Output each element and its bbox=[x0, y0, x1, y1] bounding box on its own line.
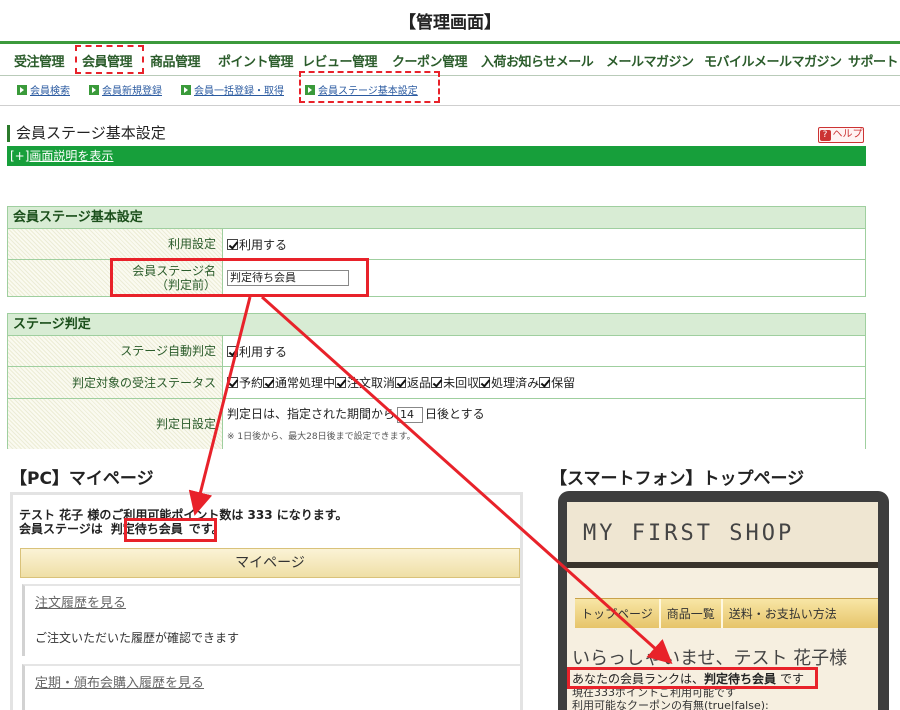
basic-settings-header: 会員ステージ基本設定 bbox=[8, 207, 865, 229]
mypage-header: マイページ bbox=[20, 548, 520, 578]
sp-coupon-line: 利用可能なクーポンの有無(true|false): bbox=[572, 699, 769, 710]
arrow-icon bbox=[89, 85, 99, 95]
status-checkbox[interactable] bbox=[479, 377, 491, 388]
shop-logo[interactable]: MY FIRST SHOP bbox=[583, 521, 794, 546]
nav-item-mail-magazine[interactable]: メールマガジン bbox=[606, 51, 694, 70]
subnav-member-register[interactable]: 会員新規登録 bbox=[89, 82, 162, 97]
use-setting-checkbox[interactable] bbox=[227, 238, 238, 250]
auto-judge-label: ステージ自動判定 bbox=[8, 336, 223, 366]
highlight-stage-settings bbox=[299, 71, 440, 103]
shop-header: MY FIRST SHOP bbox=[567, 502, 878, 568]
nav-item-reviews[interactable]: レビュー管理 bbox=[302, 51, 378, 70]
page-title: 【管理画面】 bbox=[399, 13, 501, 33]
nav-item-points[interactable]: ポイント管理 bbox=[218, 51, 294, 70]
subscription-history-link[interactable]: 定期・頒布会購入履歴を見る bbox=[25, 666, 520, 691]
nav-item-products[interactable]: 商品管理 bbox=[150, 51, 201, 70]
sp-nav-shipping[interactable]: 送料・お支払い方法 bbox=[723, 599, 843, 628]
arrow-icon bbox=[181, 85, 191, 95]
pc-caption: 【PC】マイページ bbox=[10, 469, 154, 489]
auto-judge-checkbox[interactable] bbox=[227, 345, 238, 357]
highlight-members-tab bbox=[75, 45, 144, 74]
nav-item-support[interactable]: サポート bbox=[848, 51, 899, 70]
status-checkbox[interactable] bbox=[395, 377, 407, 388]
subscription-history-block: 定期・頒布会購入履歴を見る bbox=[22, 664, 520, 710]
status-checkbox[interactable] bbox=[227, 377, 238, 388]
stage-judgement-table: ステージ判定 ステージ自動判定 利用する 判定対象の受注ステータス 予約 通常処… bbox=[7, 313, 866, 449]
use-setting-row: 利用設定 利用する bbox=[8, 229, 865, 260]
judge-days-input[interactable]: 14 bbox=[397, 407, 424, 423]
order-status-values: 予約 通常処理中 注文取消 返品 未回収 処理済み 保留 bbox=[223, 367, 865, 398]
status-checkbox[interactable] bbox=[431, 377, 443, 388]
help-button[interactable]: ? ヘルプ bbox=[818, 127, 864, 143]
sp-nav: トップページ 商品一覧 送料・お支払い方法 bbox=[575, 598, 878, 628]
toggle-mark: [+] bbox=[10, 149, 30, 163]
highlight-sp-rank bbox=[567, 667, 818, 689]
status-checkbox[interactable] bbox=[539, 377, 551, 388]
order-history-desc: ご注文いただいた履歴が確認できます bbox=[35, 631, 240, 645]
order-history-block: 注文履歴を見る ご注文いただいた履歴が確認できます bbox=[22, 584, 520, 656]
subnav-member-bulk[interactable]: 会員一括登録・取得 bbox=[181, 82, 284, 97]
judge-date-row: 判定日設定 判定日は、指定された期間から 14 日後とする ※ 1日後から、最大28… bbox=[8, 399, 865, 449]
auto-judge-row: ステージ自動判定 利用する bbox=[8, 336, 865, 367]
status-checkbox[interactable] bbox=[335, 377, 347, 388]
order-history-link[interactable]: 注文履歴を見る bbox=[25, 586, 520, 611]
sub-nav: 会員検索 会員新規登録 会員一括登録・取得 会員ステージ基本設定 bbox=[0, 76, 900, 106]
section-title: 会員ステージ基本設定 bbox=[7, 125, 166, 142]
pc-mypage-panel: テスト 花子 様のご利用可能ポイント数は 333 になります。 会員ステージは判… bbox=[10, 492, 523, 710]
sp-caption: 【スマートフォン】トップページ bbox=[550, 469, 805, 489]
highlight-stage-name bbox=[110, 258, 369, 297]
use-setting-value: 利用する bbox=[223, 229, 865, 259]
use-setting-label: 利用設定 bbox=[8, 229, 223, 259]
highlight-pc-stage bbox=[124, 518, 217, 542]
subnav-member-search[interactable]: 会員検索 bbox=[17, 82, 70, 97]
stage-judgement-header: ステージ判定 bbox=[8, 314, 865, 336]
nav-item-coupons[interactable]: クーポン管理 bbox=[392, 51, 468, 70]
judge-date-label: 判定日設定 bbox=[8, 399, 223, 449]
nav-item-restock-mail[interactable]: 入荷お知らせメール bbox=[481, 51, 594, 70]
nav-item-mobile-mail-magazine[interactable]: モバイルメールマガジン bbox=[704, 51, 842, 70]
order-status-label: 判定対象の受注ステータス bbox=[8, 367, 223, 398]
toggle-link[interactable]: 画面説明を表示 bbox=[29, 149, 113, 163]
judge-date-note: ※ 1日後から、最大28日後まで設定できます。 bbox=[227, 432, 416, 442]
sp-nav-top[interactable]: トップページ bbox=[575, 599, 661, 628]
question-icon: ? bbox=[819, 130, 831, 141]
status-checkbox[interactable] bbox=[263, 377, 275, 388]
order-status-row: 判定対象の受注ステータス 予約 通常処理中 注文取消 返品 未回収 処理済み 保… bbox=[8, 367, 865, 399]
explanation-toggle[interactable]: [+]画面説明を表示 bbox=[7, 146, 866, 166]
nav-item-orders[interactable]: 受注管理 bbox=[14, 51, 65, 70]
arrow-icon bbox=[17, 85, 27, 95]
sp-nav-products[interactable]: 商品一覧 bbox=[661, 599, 723, 628]
